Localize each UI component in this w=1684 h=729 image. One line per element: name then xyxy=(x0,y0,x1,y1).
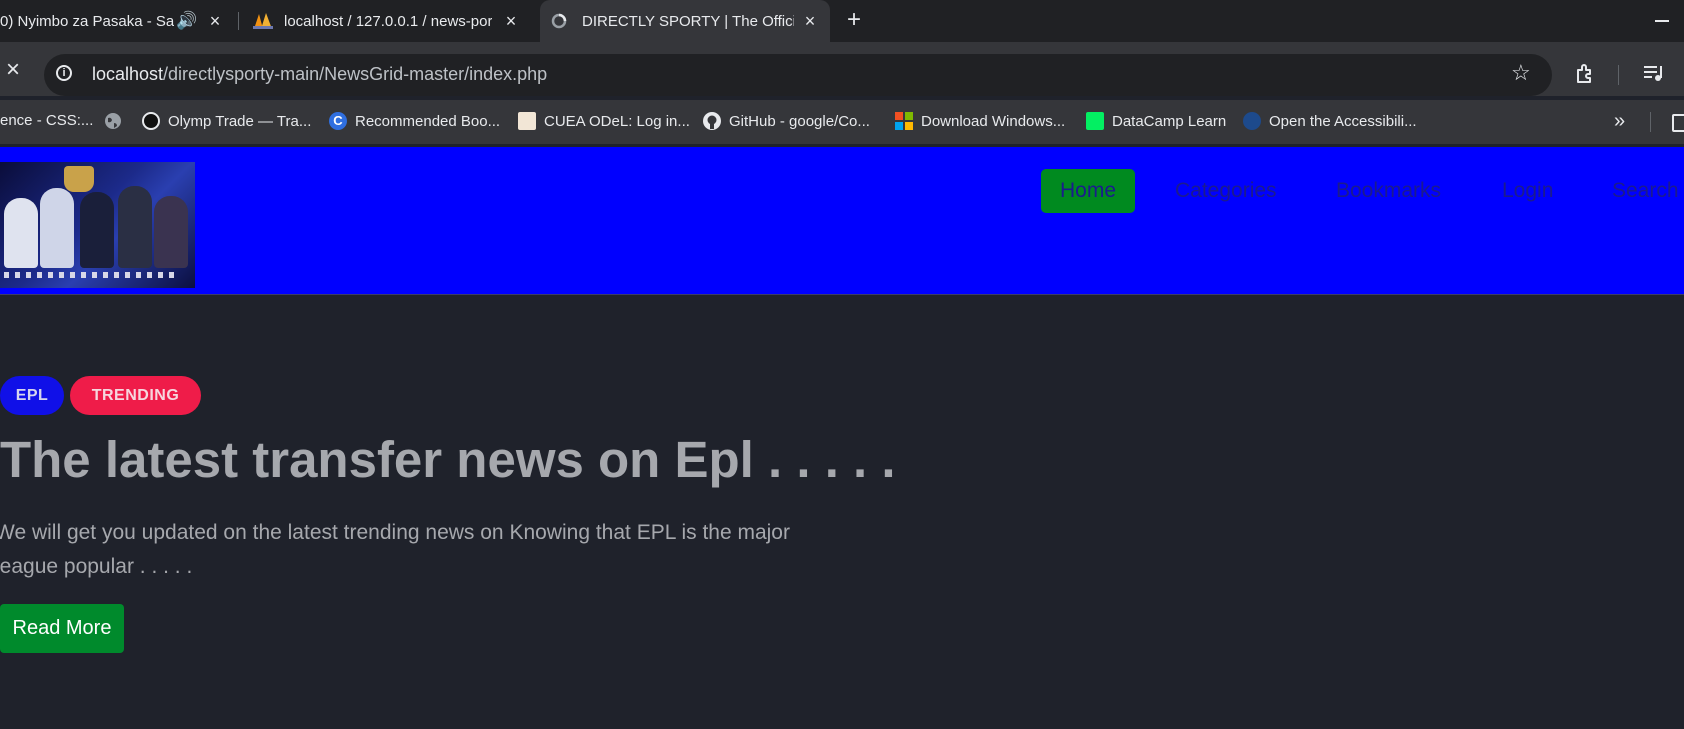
club-crests xyxy=(4,272,174,278)
bookmark-olymp[interactable]: Olymp Trade — Tra... xyxy=(142,112,311,130)
bookmark-label: Download Windows... xyxy=(921,112,1066,130)
site-logo[interactable] xyxy=(0,162,195,288)
manager-figure xyxy=(154,196,188,268)
bookmark-github[interactable]: GitHub - google/Co... xyxy=(703,112,870,130)
tab-strip: 0) Nyimbo za Pasaka - Sa 🔊 × localhost /… xyxy=(0,0,1684,42)
media-controls-icon[interactable] xyxy=(1642,62,1666,84)
olymp-icon xyxy=(142,112,160,130)
address-text[interactable]: localhost/directlysporty-main/NewsGrid-m… xyxy=(92,64,547,85)
nav-login[interactable]: Login xyxy=(1502,169,1553,213)
url-host: localhost xyxy=(92,64,164,84)
bookmark-windows[interactable]: Download Windows... xyxy=(895,112,1065,130)
url-path: /directlysporty-main/NewsGrid-master/ind… xyxy=(163,64,548,84)
bookmark-label: CUEA ODeL: Log in... xyxy=(544,112,690,130)
bookmark-label: Open the Accessibili... xyxy=(1269,112,1417,130)
hero-lede: We will get you updated on the latest tr… xyxy=(0,521,790,578)
manager-figure xyxy=(40,188,74,268)
bookmark-cuea[interactable]: CUEA ODeL: Log in... xyxy=(518,112,690,130)
github-icon xyxy=(703,112,721,130)
folder-icon[interactable] xyxy=(1672,114,1684,132)
more-bookmarks-icon[interactable]: » xyxy=(1614,110,1625,133)
category-badge-epl[interactable]: EPL xyxy=(0,376,64,415)
manager-figure xyxy=(80,192,114,268)
tab-separator xyxy=(238,12,239,30)
cuea-icon xyxy=(518,112,536,130)
close-tab-icon[interactable]: × xyxy=(500,10,522,32)
new-tab-icon[interactable]: + xyxy=(842,8,866,33)
close-tab-icon[interactable]: × xyxy=(799,10,821,32)
hero-headline: The latest transfer news on Epl . . . . … xyxy=(0,431,896,488)
manager-figure xyxy=(118,186,152,268)
bookmark-label: GitHub - google/Co... xyxy=(729,112,870,130)
datacamp-icon xyxy=(1086,112,1104,130)
manager-figure xyxy=(4,198,38,268)
bookmark-label: Olymp Trade — Tra... xyxy=(168,112,312,130)
bookmark-label: ence - CSS:... xyxy=(0,112,94,129)
nav-bookmarks[interactable]: Bookmarks xyxy=(1336,169,1441,213)
close-tab-icon[interactable]: × xyxy=(204,10,226,32)
bookmark-label: DataCamp Learn xyxy=(1112,112,1227,130)
site-info-icon[interactable]: i xyxy=(56,65,72,81)
toolbar-separator xyxy=(1618,65,1619,85)
bookmark-globe[interactable] xyxy=(104,112,122,130)
bookmark-datacamp[interactable]: DataCamp Learn xyxy=(1086,112,1226,130)
trophy-icon xyxy=(64,166,94,192)
bookmark-accessibility[interactable]: Open the Accessibili... xyxy=(1243,112,1417,130)
loading-icon xyxy=(551,13,567,29)
tab-title: 0) Nyimbo za Pasaka - Sa xyxy=(0,12,175,30)
bookmark-recommended[interactable]: C Recommended Boo... xyxy=(329,112,500,130)
bookmark-label: Recommended Boo... xyxy=(355,112,501,130)
nav-categories[interactable]: Categories xyxy=(1175,169,1277,213)
tab-directly-sporty[interactable]: DIRECTLY SPORTY | The Official xyxy=(540,0,830,42)
speaker-icon[interactable]: 🔊 xyxy=(176,11,197,31)
phpmyadmin-icon xyxy=(253,13,273,29)
read-more-button[interactable]: Read More xyxy=(0,604,124,653)
tab-title: localhost / 127.0.0.1 / news-por xyxy=(284,12,493,30)
bookmarks-bar: ence - CSS:... Olymp Trade — Tra... C Re… xyxy=(0,100,1684,144)
bookmark-css[interactable]: ence - CSS:... xyxy=(0,112,93,129)
globe-icon xyxy=(105,113,121,129)
accessibility-icon xyxy=(1243,112,1261,130)
nav-home[interactable]: Home xyxy=(1041,169,1136,213)
tab-title: DIRECTLY SPORTY | The Official xyxy=(582,12,794,30)
extensions-icon[interactable] xyxy=(1574,62,1596,84)
minimize-icon[interactable] xyxy=(1655,20,1669,22)
bookmarks-separator xyxy=(1650,112,1651,132)
tab-nyimbo[interactable]: 0) Nyimbo za Pasaka - Sa xyxy=(0,0,175,42)
category-badge-trending[interactable]: TRENDING xyxy=(70,376,201,415)
bookmark-star-icon[interactable]: ☆ xyxy=(1511,62,1531,84)
c-icon: C xyxy=(329,112,347,130)
stop-loading-icon[interactable]: × xyxy=(2,58,24,82)
windows-icon xyxy=(895,112,913,130)
tab-phpmyadmin[interactable]: localhost / 127.0.0.1 / news-por xyxy=(252,0,494,42)
nav-search[interactable]: Search xyxy=(1612,169,1679,213)
